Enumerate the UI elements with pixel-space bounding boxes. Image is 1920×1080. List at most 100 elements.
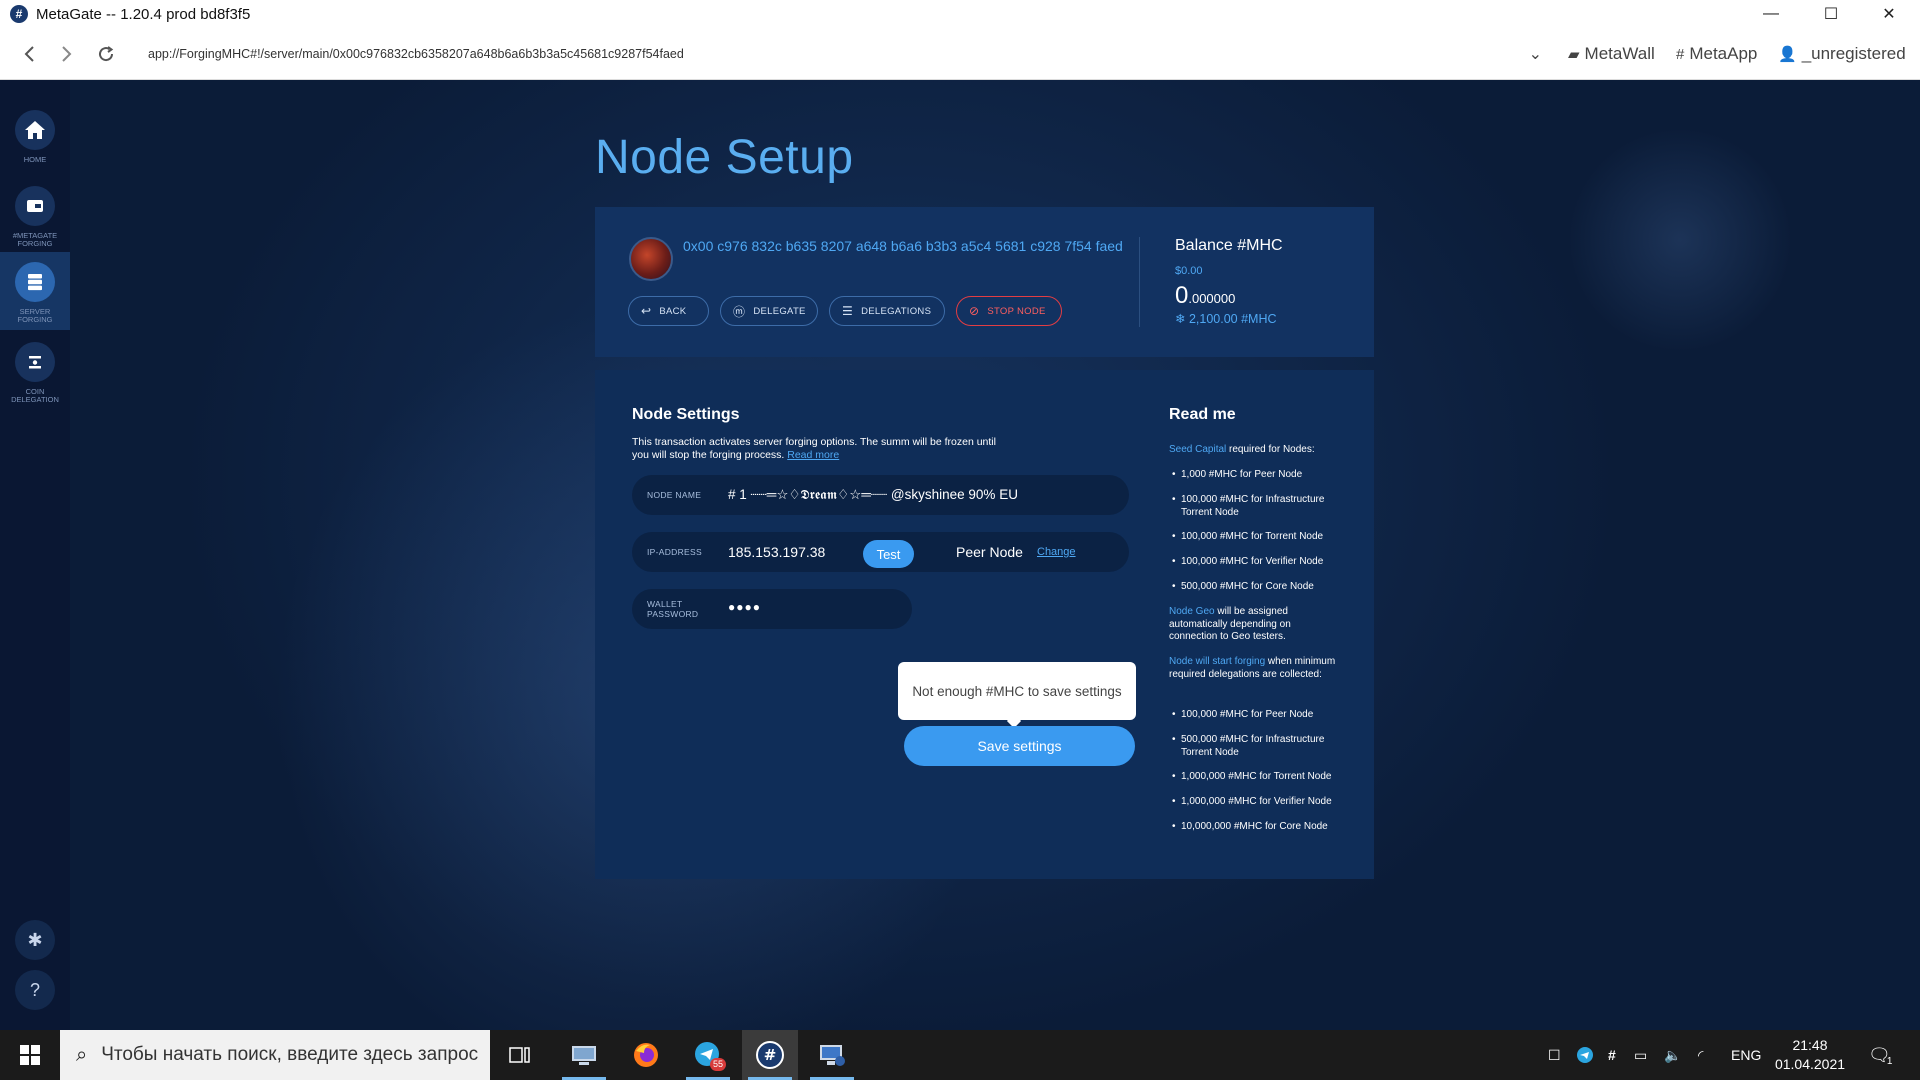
balance-integer: 0 bbox=[1175, 282, 1189, 309]
sidebar-item-server-forging[interactable]: SERVER FORGING bbox=[0, 252, 70, 330]
notifications-button[interactable]: 🗨 1 bbox=[1868, 1030, 1892, 1080]
node-forging-highlight: Node will start forging bbox=[1169, 656, 1266, 667]
delegation-icon bbox=[15, 342, 55, 382]
url-text: app://ForgingMHC#!/server/main/0x00c9768… bbox=[148, 47, 684, 61]
balance-decimals: .000000 bbox=[1188, 291, 1236, 306]
settings-button[interactable]: ✱ bbox=[15, 920, 55, 960]
svg-text:#: # bbox=[764, 1046, 777, 1064]
url-input[interactable]: app://ForgingMHC#!/server/main/0x00c9768… bbox=[134, 38, 1554, 70]
stop-icon: ⊘ bbox=[969, 304, 980, 318]
list-item: 500,000 #MHC for Infrastructure Torrent … bbox=[1172, 734, 1352, 759]
node-name-value[interactable]: # 1 ┈┈═☆♢𝕯𝖗𝖊𝖆𝖒♢☆═┈┈ @skyshinee 90% EU bbox=[728, 487, 1018, 503]
stop-node-button-label: STOP NODE bbox=[987, 305, 1046, 317]
window-title: MetaGate -- 1.20.4 prod bd8f3f5 bbox=[36, 5, 251, 23]
search-placeholder: Чтобы начать поиск, введите здесь запрос bbox=[101, 1044, 479, 1065]
tray-language[interactable]: ENG bbox=[1731, 1030, 1761, 1080]
frozen-amount: 2,100.00 #MHC bbox=[1188, 312, 1277, 326]
taskbar-app-firefox[interactable] bbox=[618, 1030, 674, 1080]
seed-capital-highlight: Seed Capital bbox=[1169, 444, 1227, 455]
delegations-button[interactable]: ☰ DELEGATIONS bbox=[829, 296, 945, 326]
tray-volume[interactable]: 🔈 bbox=[1664, 1030, 1681, 1080]
hash-icon: # bbox=[1676, 45, 1685, 63]
forging-icon bbox=[15, 186, 55, 226]
telegram-badge: 55 bbox=[710, 1058, 727, 1071]
metawall-link[interactable]: ▰ MetaWall bbox=[1568, 42, 1655, 66]
address-bar: app://ForgingMHC#!/server/main/0x00c9768… bbox=[0, 28, 1920, 80]
main-area: HOME #METAGATE FORGING SERVER FORGING CO… bbox=[0, 80, 1920, 1030]
ip-address-label: IP-ADDRESS bbox=[647, 547, 702, 557]
notification-count: 1 bbox=[1886, 1055, 1893, 1067]
taskbar-app-metagate[interactable]: # bbox=[742, 1030, 798, 1080]
title-bar: # MetaGate -- 1.20.4 prod bd8f3f5 — ☐ ✕ bbox=[0, 0, 1920, 28]
password-label-line-1: WALLET bbox=[647, 599, 683, 609]
forward-nav-button[interactable] bbox=[48, 36, 84, 72]
user-menu[interactable]: 👤 _unregistered bbox=[1778, 42, 1906, 66]
telegram-tray-icon bbox=[1577, 1047, 1593, 1063]
tray-network[interactable]: ◜ bbox=[1698, 1030, 1703, 1080]
wallet-icon: ▰ bbox=[1568, 46, 1580, 63]
save-settings-button[interactable]: Save settings bbox=[904, 726, 1135, 766]
sidebar-item-home[interactable]: HOME bbox=[0, 100, 70, 178]
help-button[interactable]: ? bbox=[15, 970, 55, 1010]
start-button[interactable] bbox=[0, 1030, 60, 1080]
tray-square-icon: ☐ bbox=[1548, 1046, 1561, 1063]
metaapp-link[interactable]: # MetaApp bbox=[1676, 42, 1757, 66]
taskbar-app-remote[interactable] bbox=[804, 1030, 860, 1080]
tray-clock[interactable]: 21:48 01.04.2021 bbox=[1760, 1036, 1860, 1074]
taskbar-search[interactable]: ⌕ Чтобы начать поиск, введите здесь запр… bbox=[60, 1030, 490, 1080]
read-more-link[interactable]: Read more bbox=[787, 449, 839, 461]
change-link[interactable]: Change bbox=[1037, 546, 1076, 558]
list-item: 500,000 #MHC for Core Node bbox=[1172, 581, 1352, 594]
chevron-down-icon[interactable]: ⌄ bbox=[1529, 44, 1542, 64]
balance-frozen: ❄ 2,100.00 #MHC bbox=[1175, 311, 1277, 326]
delegations-button-label: DELEGATIONS bbox=[861, 305, 932, 317]
list-item: 10,000,000 #MHC for Core Node bbox=[1172, 821, 1352, 834]
page-title: Node Setup bbox=[595, 131, 854, 184]
reload-button[interactable] bbox=[88, 36, 124, 72]
wallet-password-label: WALLET PASSWORD bbox=[647, 599, 698, 619]
task-view-button[interactable] bbox=[492, 1030, 548, 1080]
tray-show-hidden[interactable]: ☐ bbox=[1548, 1030, 1561, 1080]
balance-amount: 0.000000 bbox=[1175, 282, 1235, 310]
minimize-button[interactable]: — bbox=[1744, 0, 1798, 28]
metagate-logo-icon: # bbox=[10, 5, 28, 23]
sidebar-item-label: #METAGATE FORGING bbox=[12, 231, 58, 248]
sidebar-item-label: SERVER FORGING bbox=[17, 307, 53, 324]
arrow-left-icon bbox=[24, 46, 34, 62]
back-nav-button[interactable] bbox=[12, 36, 48, 72]
readme-title: Read me bbox=[1169, 406, 1236, 423]
tray-telegram[interactable] bbox=[1576, 1030, 1594, 1080]
reply-arrow-icon: ↩ bbox=[641, 304, 652, 318]
back-button-label: BACK bbox=[659, 305, 687, 317]
wallet-password-field[interactable]: WALLET PASSWORD ●●●● bbox=[632, 589, 912, 629]
speaker-icon: 🔈 bbox=[1664, 1046, 1682, 1063]
stop-node-button[interactable]: ⊘ STOP NODE bbox=[956, 296, 1062, 326]
maximize-button[interactable]: ☐ bbox=[1804, 0, 1858, 28]
taskbar-app-telegram[interactable]: 55 bbox=[680, 1030, 736, 1080]
seed-capital-text: Seed Capital required for Nodes: bbox=[1169, 444, 1354, 457]
battery-icon: ▭ bbox=[1634, 1046, 1648, 1063]
tray-battery[interactable]: ▭ bbox=[1634, 1030, 1647, 1080]
user-label: _unregistered bbox=[1801, 44, 1906, 63]
password-value[interactable]: ●●●● bbox=[728, 600, 761, 614]
sidebar-item-coin-delegation[interactable]: COIN DELEGATION bbox=[0, 332, 70, 410]
node-name-label: NODE NAME bbox=[647, 490, 702, 500]
close-button[interactable]: ✕ bbox=[1862, 0, 1916, 28]
search-icon: ⌕ bbox=[76, 1043, 88, 1066]
metaapp-label: MetaApp bbox=[1689, 44, 1758, 63]
ip-address-value[interactable]: 185.153.197.38 bbox=[728, 544, 825, 560]
delegate-button[interactable]: ⓜ DELEGATE bbox=[720, 296, 818, 326]
node-name-field[interactable]: NODE NAME # 1 ┈┈═☆♢𝕯𝖗𝖊𝖆𝖒♢☆═┈┈ @skyshinee… bbox=[632, 475, 1129, 515]
snowflake-icon: ❄ bbox=[1175, 312, 1189, 326]
node-summary-card: 0x00 c976 832c b635 8207 a648 b6a6 b3b3 … bbox=[595, 207, 1374, 357]
taskbar-app-explorer[interactable] bbox=[556, 1030, 612, 1080]
back-button[interactable]: ↩ BACK bbox=[628, 296, 709, 326]
tray-metagate[interactable]: # bbox=[1608, 1030, 1616, 1080]
reload-icon bbox=[99, 46, 114, 62]
test-button[interactable]: Test bbox=[863, 540, 914, 568]
node-geo-text: Node Geo will be assigned automatically … bbox=[1169, 606, 1319, 644]
list-item: 100,000 #MHC for Verifier Node bbox=[1172, 556, 1352, 569]
wifi-icon: ◜ bbox=[1698, 1046, 1704, 1063]
sidebar-item-metagate-forging[interactable]: #METAGATE FORGING bbox=[0, 176, 70, 254]
server-icon bbox=[15, 262, 55, 302]
